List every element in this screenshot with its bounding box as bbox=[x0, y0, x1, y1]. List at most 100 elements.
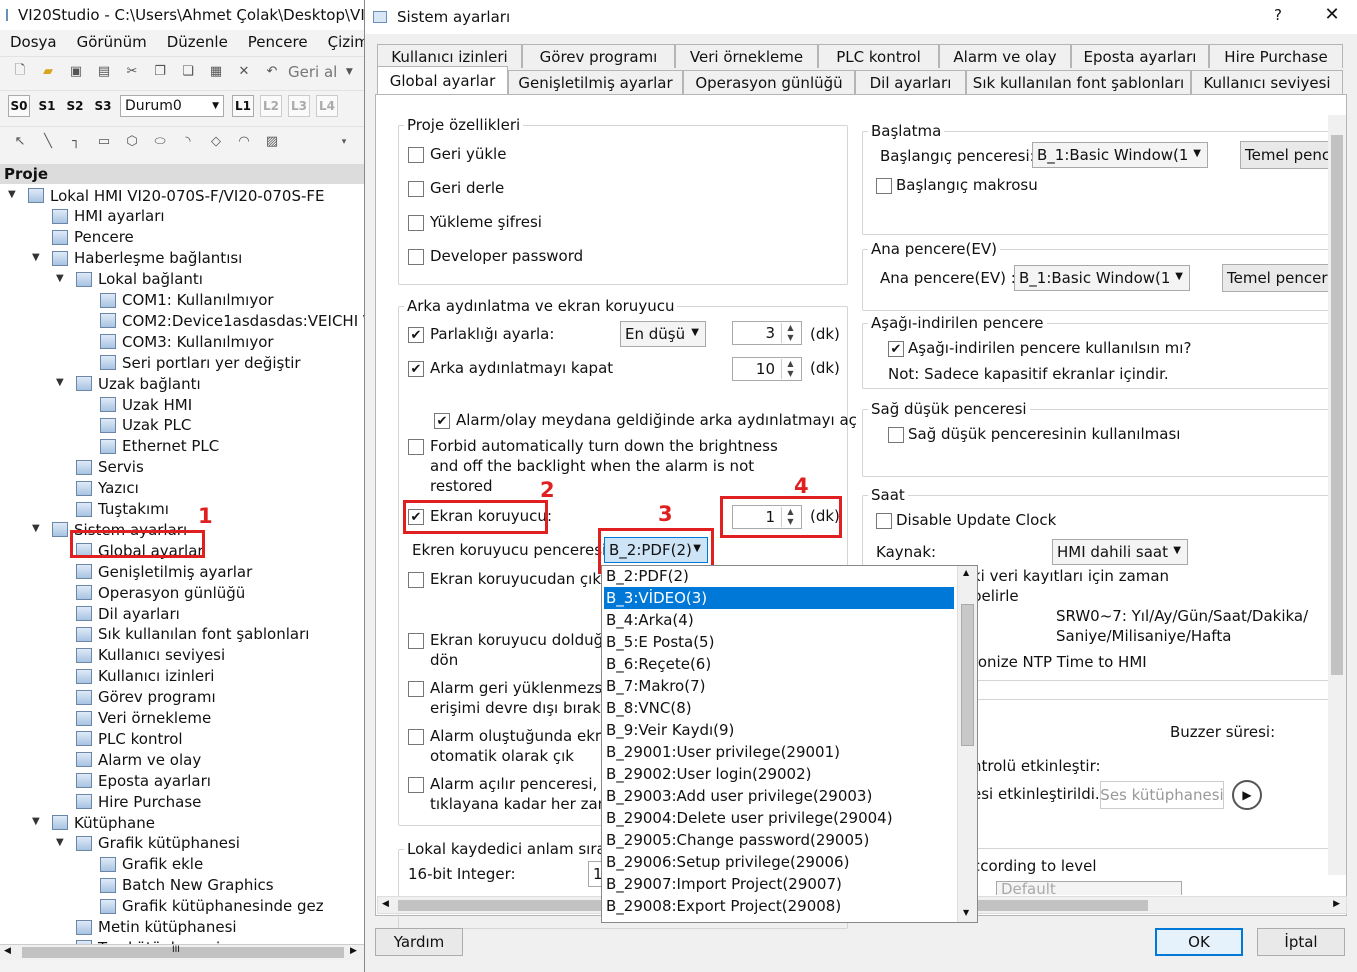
tree-item[interactable]: Tuştakımı bbox=[76, 499, 169, 520]
dropdown-option[interactable]: B_29004:Delete user privilege(29004) bbox=[606, 807, 893, 829]
undo-icon[interactable]: ↶ bbox=[260, 61, 284, 83]
menu-window[interactable]: Pencere bbox=[248, 33, 308, 51]
tree-horizontal-scrollbar[interactable]: ◀ III ▶ bbox=[0, 944, 366, 960]
chevron-down-icon[interactable]: ▼ bbox=[337, 61, 361, 83]
dropdown-window-checkbox[interactable]: ✔ bbox=[888, 341, 904, 357]
menu-edit[interactable]: Düzenle bbox=[167, 33, 228, 51]
state-s0-button[interactable]: S0 bbox=[8, 94, 30, 117]
tab-email-settings[interactable]: Eposta ayarları bbox=[1071, 44, 1209, 68]
dropdown-option[interactable]: B_4:Arka(4) bbox=[606, 609, 694, 631]
tree-item[interactable]: Uzak HMI bbox=[100, 394, 192, 415]
tree-item[interactable]: Kütüphane bbox=[52, 812, 155, 833]
tree-item[interactable]: Haberleşme bağlantısı bbox=[52, 248, 242, 269]
tab-operation-log[interactable]: Operasyon günlüğü bbox=[683, 70, 855, 94]
screensaver-exit-checkbox[interactable] bbox=[408, 572, 424, 588]
copy-multiple-icon[interactable]: ❏ bbox=[176, 61, 200, 83]
tree-item[interactable]: Tag kütüphanesi bbox=[76, 937, 220, 944]
brightness-spinner[interactable]: 3 ▲ ▼ bbox=[732, 321, 802, 345]
tree-item[interactable]: COM1: Kullanılmıyor bbox=[100, 290, 274, 311]
dropdown-option[interactable]: B_3:VİDEO(3) bbox=[604, 587, 954, 609]
tree-item[interactable]: COM3: Kullanılmıyor bbox=[100, 331, 274, 352]
image-icon[interactable]: ▨ bbox=[260, 131, 284, 153]
tab-data-sampling[interactable]: Veri örnekleme bbox=[675, 44, 818, 68]
dropdown-option[interactable]: B_29005:Change password(29005) bbox=[606, 829, 869, 851]
tree-item[interactable]: Görev programı bbox=[76, 687, 216, 708]
play-icon[interactable]: ▶ bbox=[1232, 780, 1262, 810]
tab-extended-settings[interactable]: Genişletilmiş ayarlar bbox=[508, 70, 683, 94]
help-button[interactable]: Yardım bbox=[375, 928, 463, 956]
dropdown-option[interactable]: B_29002:User login(29002) bbox=[606, 763, 811, 785]
brightness-checkbox[interactable]: ✔ bbox=[408, 327, 424, 343]
forbid-brightness-checkbox[interactable] bbox=[408, 439, 424, 455]
dropdown-option[interactable]: B_29008:Export Project(29008) bbox=[606, 895, 841, 917]
alarm-popup-checkbox[interactable] bbox=[408, 777, 424, 793]
tree-item[interactable]: Lokal HMI VI20-070S-F/VI20-070S-FE bbox=[28, 185, 325, 206]
tree-item[interactable]: Veri örnekleme bbox=[76, 708, 211, 729]
state-select[interactable]: Durum0 ▼ bbox=[120, 94, 224, 117]
toolbar-overflow-icon[interactable]: ▾ bbox=[332, 131, 356, 153]
main-window-select[interactable]: B_1:Basic Window(1 ▼ bbox=[1014, 265, 1190, 291]
level-l1-button[interactable]: L1 bbox=[232, 94, 254, 117]
tree-expand-icon[interactable]: ▼ bbox=[56, 837, 64, 848]
developer-password-checkbox[interactable] bbox=[408, 249, 424, 265]
scroll-up-icon[interactable]: ▲ bbox=[963, 568, 969, 577]
dropdown-option[interactable]: B_2:PDF(2) bbox=[606, 566, 689, 587]
dropdown-option[interactable]: B_29001:User privilege(29001) bbox=[606, 741, 840, 763]
menu-file[interactable]: Dosya bbox=[10, 33, 57, 51]
tab-hire-purchase[interactable]: Hire Purchase bbox=[1209, 44, 1343, 68]
level-l3-button[interactable]: L3 bbox=[288, 94, 310, 117]
panel-vertical-scrollbar[interactable] bbox=[1328, 115, 1346, 875]
screensaver-full-checkbox[interactable] bbox=[408, 633, 424, 649]
tab-user-permissions[interactable]: Kullanıcı izinleri bbox=[377, 44, 522, 68]
tree-item[interactable]: Yazıcı bbox=[76, 478, 139, 499]
rectangle-icon[interactable]: ▭ bbox=[92, 131, 116, 153]
startup-window-select[interactable]: B_1:Basic Window(1 ▼ bbox=[1032, 142, 1208, 168]
line-icon[interactable]: ╲ bbox=[36, 131, 60, 153]
scroll-left-icon[interactable]: ◀ bbox=[4, 946, 11, 956]
state-s1-button[interactable]: S1 bbox=[36, 95, 58, 117]
tree-item[interactable]: Operasyon günlüğü bbox=[76, 582, 245, 603]
sound-library-input[interactable]: Ses kütüphanesi bbox=[1100, 781, 1224, 809]
tree-expand-icon[interactable]: ▼ bbox=[8, 189, 16, 200]
scroll-left-icon[interactable]: ◀ bbox=[382, 899, 389, 909]
polyline-icon[interactable]: ┐ bbox=[64, 131, 88, 153]
dropdown-option[interactable]: B_7:Makro(7) bbox=[606, 675, 705, 697]
restore-checkbox[interactable] bbox=[408, 147, 424, 163]
ok-button[interactable]: OK bbox=[1155, 928, 1243, 956]
upload-password-checkbox[interactable] bbox=[408, 215, 424, 231]
scroll-down-icon[interactable]: ▼ bbox=[963, 908, 969, 917]
tree-expand-icon[interactable]: ▼ bbox=[32, 816, 40, 827]
tree-item[interactable]: HMI ayarları bbox=[52, 206, 165, 227]
dropdown-option[interactable]: B_9:Veir Kaydı(9) bbox=[606, 719, 734, 741]
tree-item[interactable]: Grafik kütüphanesinde gez bbox=[100, 896, 324, 917]
new-file-icon[interactable]: 🗋 bbox=[8, 61, 32, 83]
menu-view[interactable]: Görünüm bbox=[77, 33, 147, 51]
dropdown-option[interactable]: B_5:E Posta(5) bbox=[606, 631, 714, 653]
dropdown-option[interactable]: B_29006:Setup privilege(29006) bbox=[606, 851, 849, 873]
tree-item[interactable]: Pencere bbox=[52, 227, 134, 248]
tree-item[interactable]: Seri portları yer değiştir bbox=[100, 352, 301, 373]
menu-draw[interactable]: Çizim bbox=[328, 33, 369, 51]
ellipse-icon[interactable]: ⬭ bbox=[148, 131, 172, 153]
level-select[interactable]: Default bbox=[996, 881, 1182, 895]
brightness-level-select[interactable]: En düşü ▼ bbox=[620, 321, 706, 347]
state-s2-button[interactable]: S2 bbox=[64, 95, 86, 117]
tree-item[interactable]: Eposta ayarları bbox=[76, 770, 211, 791]
sector-icon[interactable]: ◠ bbox=[232, 131, 256, 153]
tree-item[interactable]: COM2:Device1asdasdas:VEICHI V bbox=[100, 310, 366, 331]
tree-item[interactable]: Grafik kütüphanesi bbox=[76, 833, 240, 854]
tab-task-schedule[interactable]: Görev programı bbox=[522, 44, 675, 68]
polygon-icon[interactable]: ⬡ bbox=[120, 131, 144, 153]
dropdown-scrollbar[interactable]: ▲ ▼ bbox=[957, 566, 977, 922]
save-all-icon[interactable]: ▤ bbox=[92, 61, 116, 83]
delete-icon[interactable]: ✕ bbox=[232, 61, 256, 83]
tree-expand-icon[interactable]: ▼ bbox=[32, 252, 40, 263]
tree-item[interactable]: Kullanıcı izinleri bbox=[76, 666, 214, 687]
tree-expand-icon[interactable]: ▼ bbox=[56, 273, 64, 284]
tree-expand-icon[interactable]: ▼ bbox=[32, 523, 40, 534]
undo-label[interactable]: Geri al bbox=[288, 63, 337, 81]
tab-user-level[interactable]: Kullanıcı seviyesi bbox=[1191, 70, 1343, 94]
save-icon[interactable]: ▣ bbox=[64, 61, 88, 83]
tree-item[interactable]: Genişletilmiş ayarlar bbox=[76, 561, 252, 582]
arc-icon[interactable]: ◝ bbox=[176, 131, 200, 153]
